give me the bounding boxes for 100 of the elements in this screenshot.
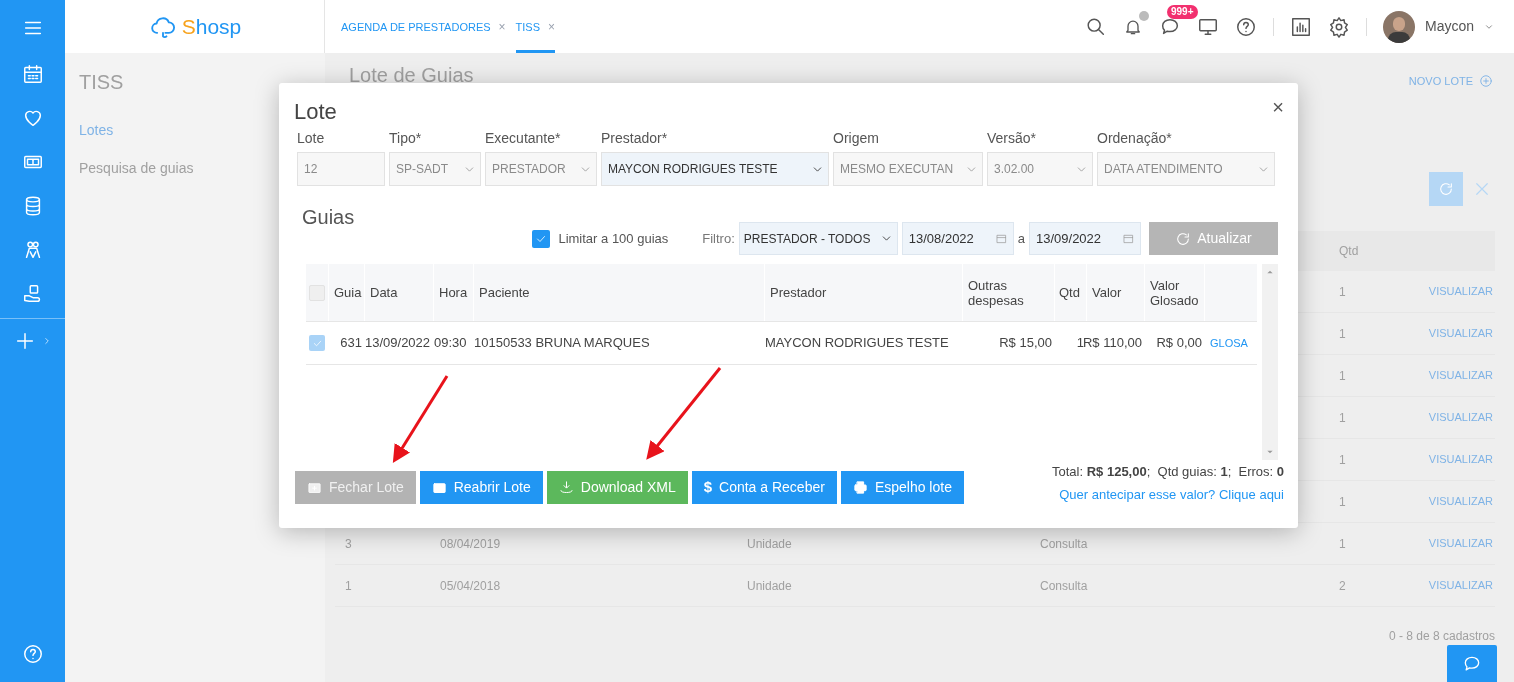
- box-icon: [431, 480, 447, 495]
- view-link[interactable]: VISUALIZAR: [1428, 367, 1493, 384]
- tab[interactable]: TISS ×: [515, 0, 556, 53]
- column-header: Outras despesas: [968, 277, 1025, 308]
- avatar[interactable]: [1382, 10, 1415, 43]
- column-header: Paciente: [479, 285, 530, 300]
- table-cell: 1: [1339, 494, 1346, 509]
- table-cell: 1: [1339, 536, 1346, 551]
- table-cell: 1: [1339, 326, 1346, 341]
- date-field[interactable]: 13/08/2022: [901, 222, 1014, 255]
- checkbox[interactable]: [309, 335, 325, 351]
- calendar-icon: [1123, 233, 1134, 244]
- table-cell-text: R$ 0,00: [1156, 334, 1202, 353]
- view-link[interactable]: VISUALIZAR: [1428, 325, 1493, 342]
- logo-text: Shosp: [181, 13, 242, 40]
- column-header: Data: [370, 285, 398, 300]
- table-cell-text: 10150533 BRUNA MARQUES: [474, 334, 650, 353]
- panel-title: TISS: [79, 70, 125, 95]
- table-cell: 1: [1339, 410, 1346, 425]
- field-label: Ordenação*: [1097, 129, 1173, 148]
- chat-button[interactable]: [1447, 645, 1497, 682]
- record-count: 0 - 8 de 8 cadastros: [1388, 628, 1495, 645]
- help-icon[interactable]: [1234, 15, 1257, 38]
- column-header: Prestador: [770, 285, 827, 300]
- action-button[interactable]: $ Conta a Receber: [691, 471, 837, 504]
- table-cell: Consulta: [1040, 578, 1088, 593]
- checkbox-label: Limitar a 100 guias: [558, 229, 669, 248]
- field-label: Lote: [297, 129, 326, 148]
- view-link[interactable]: VISUALIZAR: [1428, 493, 1493, 510]
- user-name[interactable]: Maycon: [1424, 16, 1474, 37]
- refresh-icon: [1175, 230, 1192, 247]
- action-button[interactable]: Espelho lote: [840, 471, 964, 504]
- table-cell: Consulta: [1040, 536, 1088, 551]
- column-header: Valor Glosado: [1150, 277, 1200, 308]
- scrollbar[interactable]: [1262, 264, 1278, 460]
- view-link[interactable]: VISUALIZAR: [1428, 451, 1493, 468]
- plus-circle-icon: [1479, 74, 1493, 88]
- page-title: Lote de Guias: [349, 65, 474, 85]
- view-link[interactable]: VISUALIZAR: [1428, 535, 1493, 552]
- date-field[interactable]: 13/09/2022: [1029, 222, 1141, 255]
- table-cell-text: 09:30: [434, 334, 467, 353]
- field-label: Tipo*: [389, 129, 423, 148]
- summary-text: Total: R$ 125,00; Qtd guias: 1; Erros: 0: [1052, 463, 1284, 481]
- download-icon: [558, 480, 574, 495]
- column-header: Guia: [334, 285, 362, 300]
- table-cell-text: 13/09/2022: [365, 334, 431, 353]
- table-cell: 1: [345, 578, 352, 593]
- calendar-icon: [995, 233, 1007, 244]
- table-cell: 2: [1339, 578, 1346, 593]
- scroll-down-icon: [1266, 448, 1274, 456]
- select-field[interactable]: MAYCON RODRIGUES TESTE: [601, 152, 829, 186]
- select-field[interactable]: PRESTADOR - TODOS: [738, 222, 898, 255]
- action-button[interactable]: Download XML: [546, 471, 688, 504]
- filter-label: Filtro:: [702, 229, 735, 248]
- column-header: Qtd: [1059, 285, 1080, 300]
- date-separator: a: [1017, 229, 1025, 248]
- table-cell: 05/04/2018: [440, 578, 501, 593]
- table-cell: Unidade: [747, 578, 792, 593]
- tab[interactable]: AGENDA DE PRESTADORES ×: [341, 0, 506, 53]
- field-label: Prestador*: [601, 129, 669, 148]
- dialog-title: Lote: [294, 98, 337, 126]
- view-link[interactable]: VISUALIZAR: [1428, 409, 1493, 426]
- gloss-link[interactable]: GLOSA: [1210, 337, 1248, 350]
- tab-close[interactable]: ×: [498, 18, 506, 36]
- table-cell-text: 631: [340, 334, 362, 353]
- table-cell: Unidade: [747, 536, 792, 551]
- table-cell: 1: [1339, 368, 1346, 383]
- column-header: Hora: [439, 285, 468, 300]
- section-title: Guias: [302, 205, 355, 230]
- refresh-icon: [1438, 181, 1454, 197]
- table-cell: 1: [1339, 452, 1346, 467]
- calendar-icon[interactable]: [21, 63, 44, 85]
- field-label: Versão*: [987, 129, 1038, 148]
- table-cell: 1: [1339, 284, 1346, 299]
- action-button[interactable]: Reabrir Lote: [419, 471, 543, 504]
- table-cell-text: R$ 110,00: [1082, 334, 1142, 353]
- tab-close[interactable]: ×: [548, 18, 556, 36]
- scroll-up-icon: [1266, 268, 1274, 276]
- box-icon: [307, 480, 322, 495]
- tab-label[interactable]: AGENDA DE PRESTADORES: [341, 18, 491, 36]
- new-lot-button[interactable]: NOVO LOTE: [1408, 72, 1493, 90]
- advance-link[interactable]: Quer antecipar esse valor? Clique aqui: [1059, 484, 1284, 504]
- field-label: Origem: [833, 129, 880, 148]
- checkbox[interactable]: [532, 229, 551, 248]
- table-cell: 3: [345, 536, 352, 551]
- table-cell-text: 1: [1076, 334, 1084, 353]
- column-header: Valor: [1092, 285, 1122, 300]
- table-cell: 08/04/2019: [440, 536, 501, 551]
- table-cell-text: R$ 15,00: [999, 334, 1052, 353]
- settings-icon[interactable]: [1327, 15, 1350, 38]
- field-label: Executante*: [485, 129, 562, 148]
- column-header: Qtd: [1338, 243, 1360, 260]
- view-link[interactable]: VISUALIZAR: [1428, 577, 1493, 594]
- close-button[interactable]: ×: [1272, 96, 1284, 117]
- help-icon[interactable]: [21, 643, 44, 665]
- tab-label[interactable]: TISS: [515, 18, 541, 36]
- table-cell-text: MAYCON RODRIGUES TESTE: [765, 334, 949, 353]
- bar-chart-icon[interactable]: [1289, 15, 1312, 38]
- notification-badge: 999+: [1166, 4, 1198, 19]
- view-link[interactable]: VISUALIZAR: [1428, 283, 1493, 300]
